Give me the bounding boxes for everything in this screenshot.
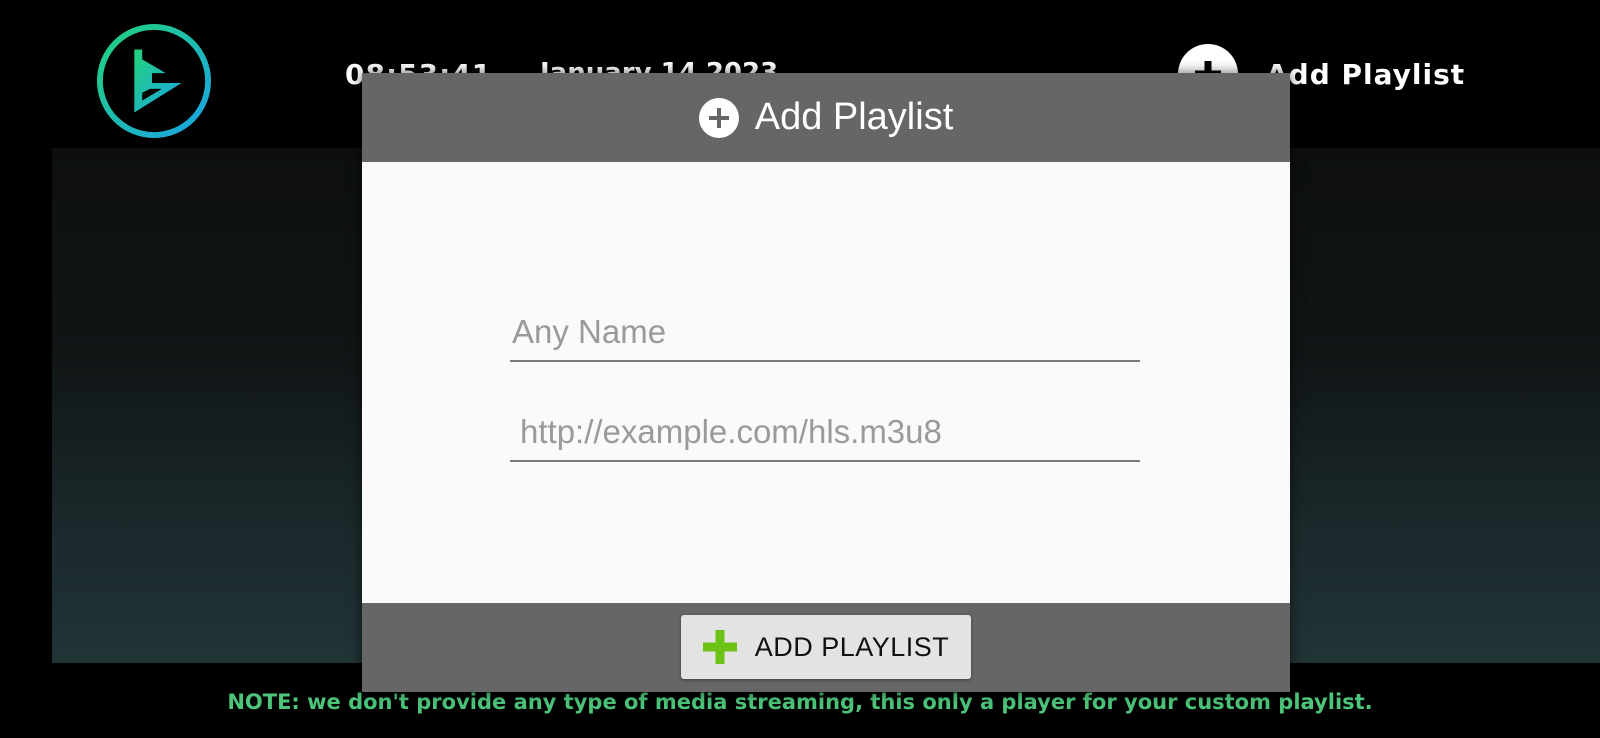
play-logo-icon[interactable] [95,22,213,140]
add-playlist-dialog: Add Playlist ADD PLAYLIST [362,73,1290,692]
playlist-name-input[interactable] [510,310,1140,362]
dialog-footer: ADD PLAYLIST [362,603,1290,692]
plus-circle-icon [698,97,739,138]
screen: 08:53:41 January 14 2023 Add Playlist NO… [0,0,1600,738]
disclaimer-note: NOTE: we don't provide any type of media… [227,690,1373,714]
green-plus-icon [703,630,737,664]
add-playlist-button-label: ADD PLAYLIST [754,631,950,662]
add-playlist-button[interactable]: ADD PLAYLIST [681,615,971,679]
dialog-title: Add Playlist [754,96,954,138]
top-add-playlist-label: Add Playlist [1266,57,1466,91]
dialog-header: Add Playlist [362,73,1290,162]
playlist-url-input[interactable] [510,410,1140,462]
dialog-body [362,162,1290,603]
